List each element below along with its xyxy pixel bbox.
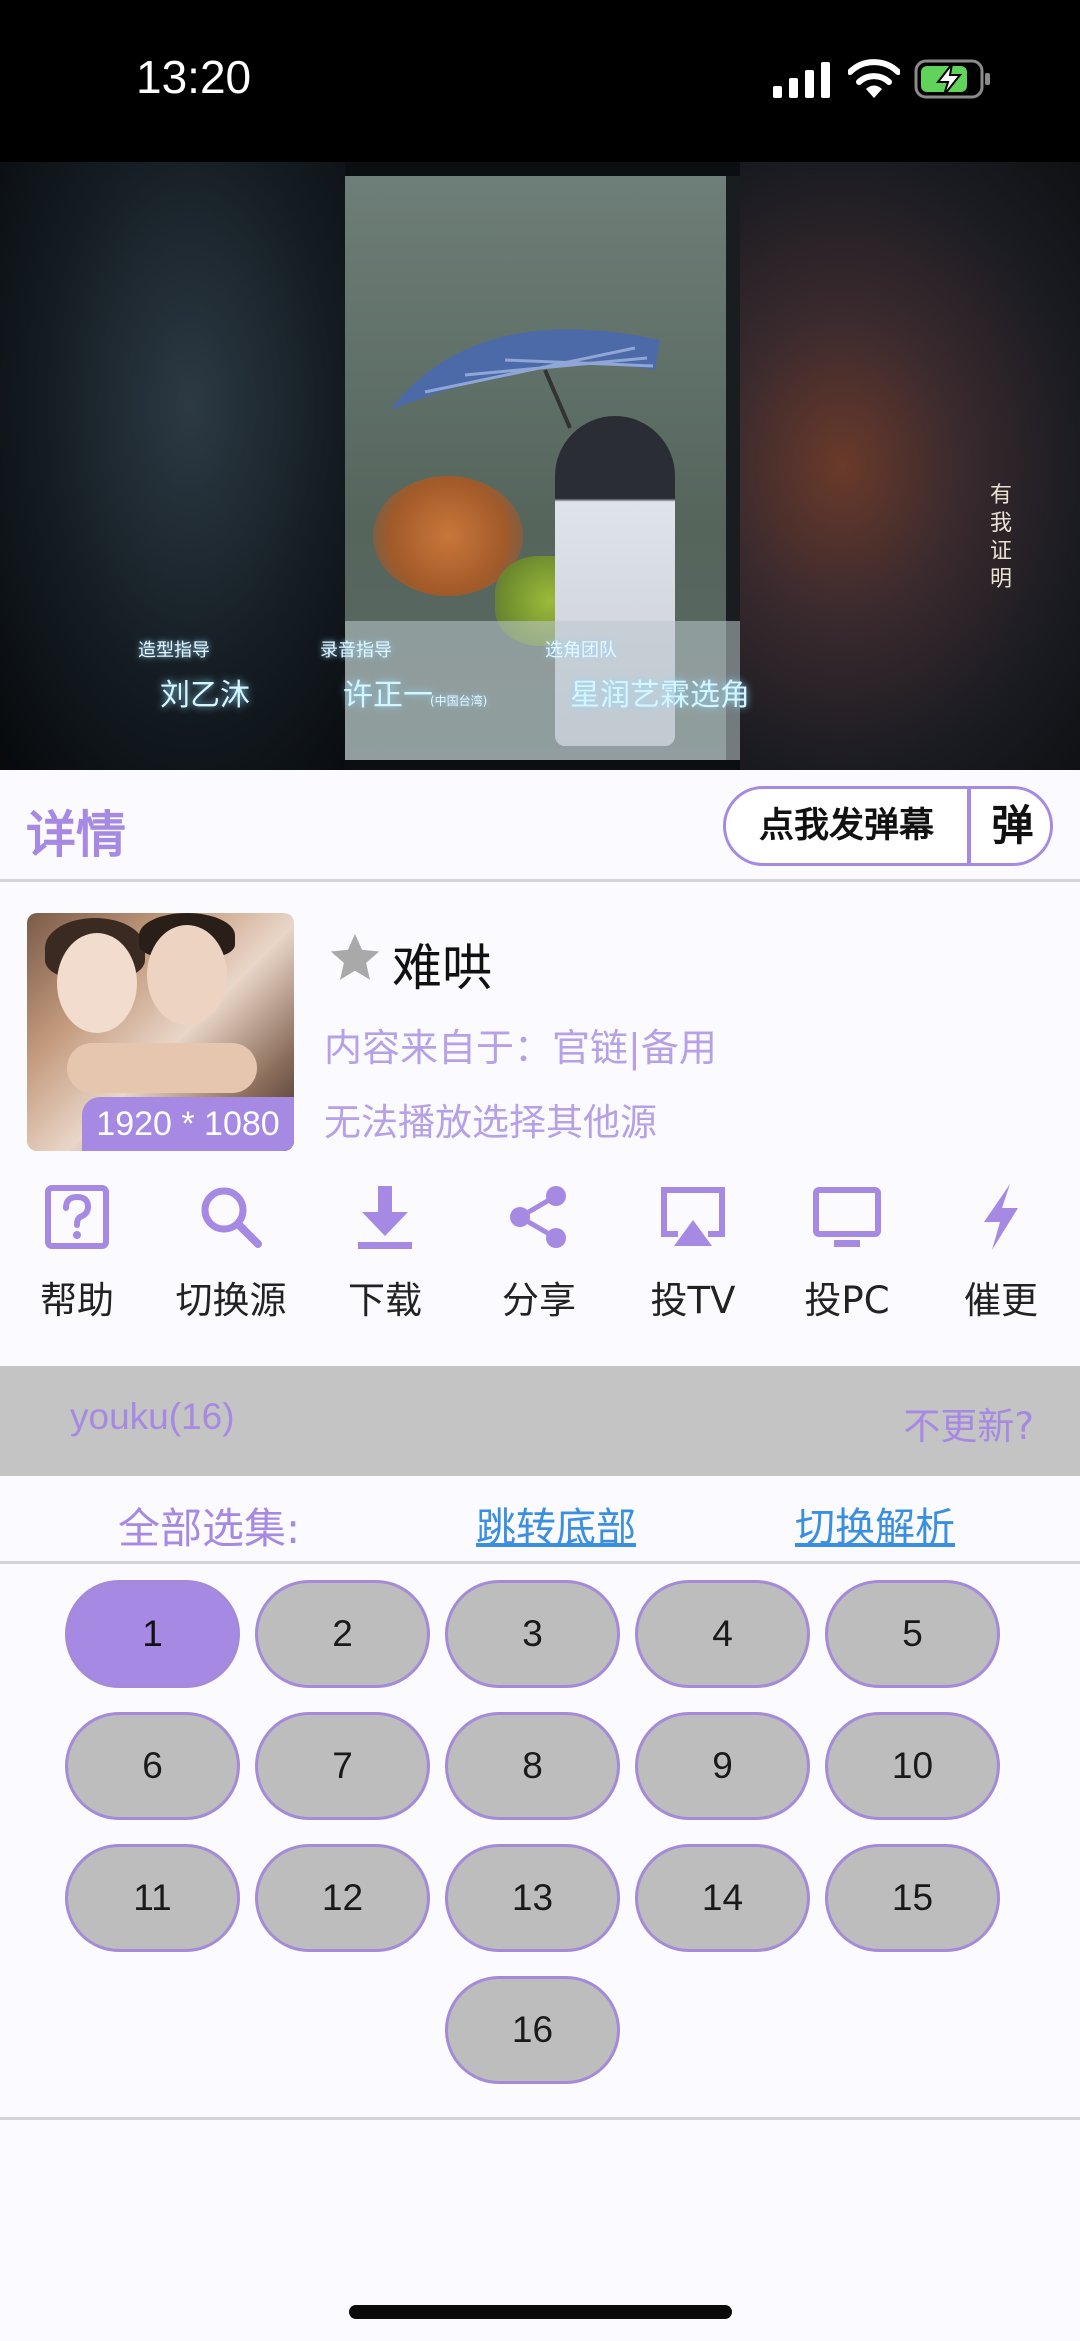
status-time: 13:20 [136, 51, 252, 103]
episode-button[interactable]: 14 [635, 1844, 810, 1952]
danmu-button-group: 点我发弹幕 弹 [723, 786, 1053, 866]
source-official-link[interactable]: 官链 [552, 1026, 628, 1070]
cast-pc-button[interactable]: 投PC [772, 1182, 922, 1322]
credit-name: 许正一 [343, 678, 433, 713]
action-label: 投TV [650, 1279, 736, 1322]
action-label: 分享 [502, 1279, 576, 1322]
help-button[interactable]: 帮助 [2, 1182, 152, 1322]
episode-button[interactable]: 12 [255, 1844, 430, 1952]
switch-source-button[interactable]: 切换源 [156, 1182, 306, 1322]
status-bar: 13:20 [0, 0, 1080, 162]
urge-update-button[interactable]: 催更 [926, 1182, 1076, 1322]
source-name[interactable]: youku(16) [70, 1396, 235, 1438]
share-button[interactable]: 分享 [464, 1182, 614, 1322]
episode-button[interactable]: 11 [65, 1844, 240, 1952]
episode-button[interactable]: 5 [825, 1580, 1000, 1688]
episode-button[interactable]: 8 [445, 1712, 620, 1820]
play-hint: 无法播放选择其他源 [324, 1101, 657, 1144]
credit-name: 星润艺霖选角 [570, 678, 750, 713]
action-label: 投PC [804, 1279, 890, 1322]
all-episodes-label: 全部选集: [118, 1504, 301, 1553]
download-icon [358, 1186, 412, 1249]
download-button[interactable]: 下载 [310, 1182, 460, 1322]
credit-note: (中国台湾) [430, 694, 488, 708]
source-separator: | [628, 1026, 641, 1070]
episode-button[interactable]: 15 [825, 1844, 1000, 1952]
video-blur-right [740, 162, 1080, 770]
detail-title: 详情 [26, 806, 126, 864]
action-label: 切换源 [175, 1279, 287, 1322]
episode-button[interactable]: 7 [255, 1712, 430, 1820]
favorite-star-icon[interactable] [326, 929, 384, 987]
episode-header: 全部选集: 跳转底部 切换解析 [0, 1476, 1080, 1564]
show-poster[interactable]: 1920 * 1080 [27, 913, 294, 1151]
episode-button[interactable]: 6 [65, 1712, 240, 1820]
action-label: 下载 [348, 1279, 422, 1322]
source-backup-link[interactable]: 备用 [641, 1026, 717, 1070]
detail-header: 详情 点我发弹幕 弹 [0, 770, 1080, 882]
video-player[interactable]: 造型指导 刘乙沐 录音指导 许正一 (中国台湾) 选角团队 星润艺霖选角 有我证… [0, 162, 1080, 770]
lightning-icon [984, 1184, 1018, 1250]
show-title: 难哄 [392, 939, 492, 997]
search-icon [201, 1187, 262, 1248]
not-updated-link[interactable]: 不更新? [903, 1396, 1034, 1450]
umbrella-image [390, 329, 660, 429]
source-label: 内容来自于： [324, 1026, 553, 1070]
episode-button[interactable]: 2 [255, 1580, 430, 1688]
bottom-divider [0, 2117, 1080, 2120]
signal-icon [773, 62, 830, 98]
share-icon [510, 1186, 566, 1248]
episode-button[interactable]: 4 [635, 1580, 810, 1688]
home-indicator[interactable] [349, 2305, 732, 2319]
credit-role: 造型指导 [138, 640, 210, 661]
switch-parser-link[interactable]: 切换解析 [795, 1495, 955, 1553]
send-danmu-button[interactable]: 点我发弹幕 [726, 789, 971, 863]
battery-charging-icon [914, 59, 990, 99]
credit-role: 选角团队 [545, 640, 617, 661]
source-bar: youku(16) 不更新? [0, 1366, 1080, 1476]
credit-role: 录音指导 [320, 640, 392, 661]
monitor-icon [813, 1187, 881, 1247]
episode-button[interactable]: 16 [445, 1976, 620, 2084]
help-icon [45, 1185, 109, 1249]
episode-button[interactable]: 9 [635, 1712, 810, 1820]
action-label: 帮助 [40, 1279, 114, 1322]
action-label: 催更 [964, 1279, 1038, 1322]
resolution-badge: 1920 * 1080 [82, 1097, 294, 1151]
danmu-toggle-button[interactable]: 弹 [975, 789, 1050, 863]
episode-button[interactable]: 10 [825, 1712, 1000, 1820]
episode-button[interactable]: 13 [445, 1844, 620, 1952]
jump-to-bottom-link[interactable]: 跳转底部 [476, 1495, 636, 1553]
video-watermark: 有我证明 [990, 483, 1013, 592]
airplay-icon [661, 1187, 725, 1246]
content-source: 内容来自于：官链|备用 [324, 1017, 717, 1072]
episode-button[interactable]: 1 [65, 1580, 240, 1688]
credit-name: 刘乙沐 [160, 678, 250, 713]
wifi-icon [848, 59, 900, 98]
episode-button[interactable]: 3 [445, 1580, 620, 1688]
cast-tv-button[interactable]: 投TV [618, 1182, 768, 1322]
